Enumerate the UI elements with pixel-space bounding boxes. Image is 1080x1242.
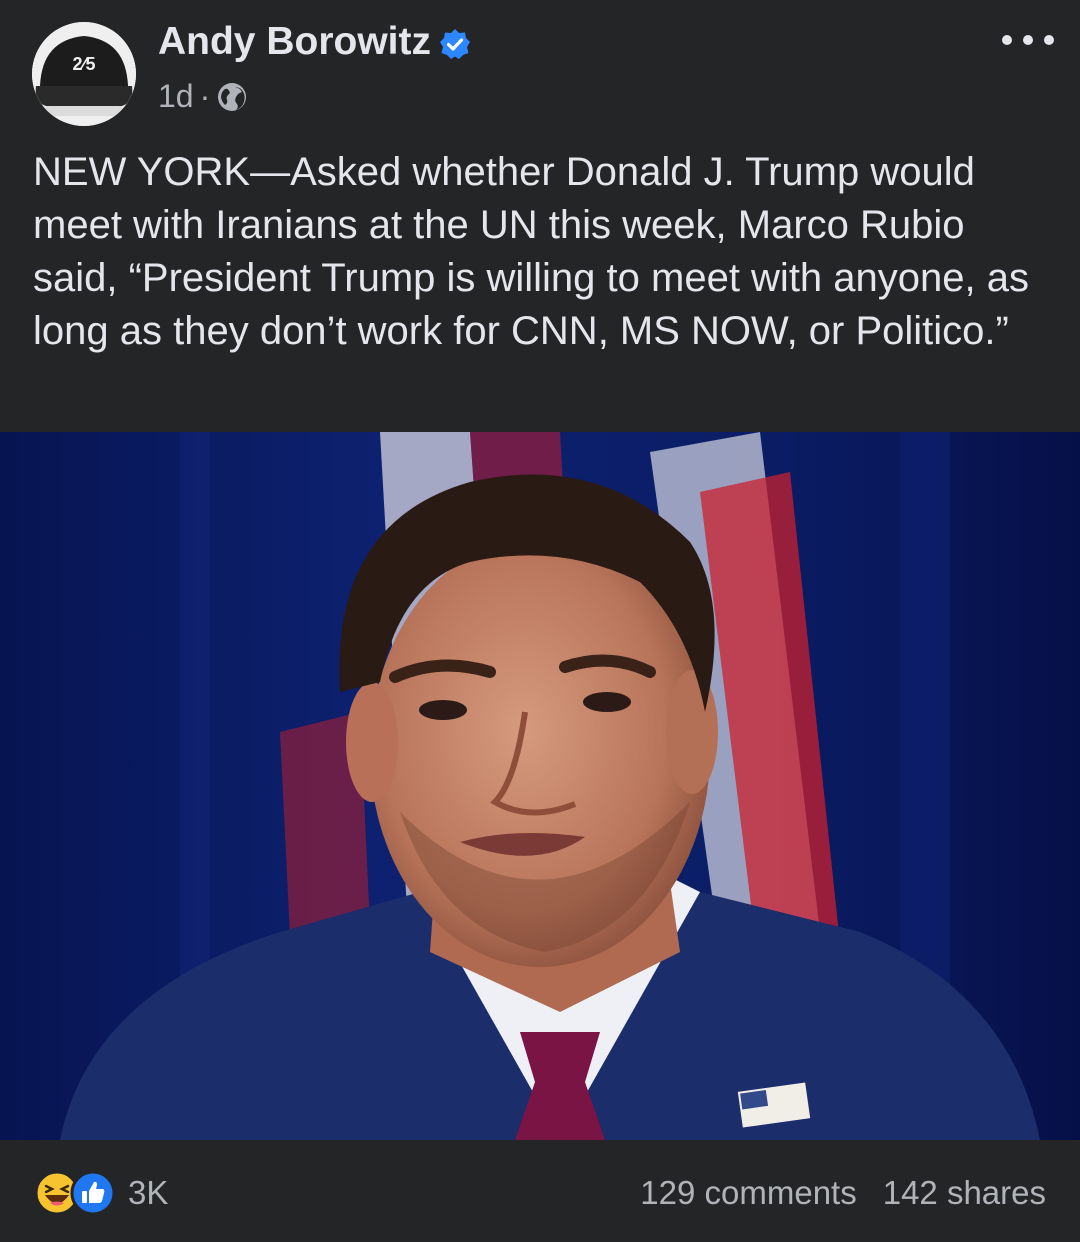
avatar[interactable]: 2⁄5 — [32, 22, 136, 126]
like-reaction-icon — [70, 1170, 116, 1216]
post-text: NEW YORK—Asked whether Donald J. Trump w… — [33, 150, 1029, 353]
avatar-text: 2⁄5 — [72, 54, 95, 74]
verified-badge-icon — [439, 26, 471, 59]
meta-separator: · — [199, 78, 211, 114]
comments-count[interactable]: 129 comments — [640, 1170, 856, 1216]
dot — [1023, 35, 1033, 45]
post-time[interactable]: 1d — [158, 78, 194, 115]
post-header: 2⁄5 Andy Borowitz 1d · — [0, 0, 1080, 140]
portrait-photo-image — [0, 432, 1080, 1140]
shares-count[interactable]: 142 shares — [883, 1170, 1046, 1216]
reaction-count: 3K — [128, 1174, 169, 1211]
reactions-summary[interactable]: 3K — [34, 1170, 168, 1216]
dot — [1002, 35, 1012, 45]
author-name[interactable]: Andy Borowitz — [158, 20, 431, 64]
post-photo[interactable] — [0, 432, 1080, 1140]
dot — [1044, 35, 1054, 45]
post-meta: 1d · — [158, 78, 248, 115]
author-name-row: Andy Borowitz — [158, 20, 471, 64]
avatar-hat-image: 2⁄5 — [32, 22, 136, 126]
globe-icon — [216, 81, 248, 113]
engagement-stats: 129 comments 142 shares — [640, 1170, 1046, 1216]
more-options-icon[interactable] — [1002, 28, 1054, 52]
post-footer: 3K 129 comments 142 shares — [0, 1140, 1080, 1242]
